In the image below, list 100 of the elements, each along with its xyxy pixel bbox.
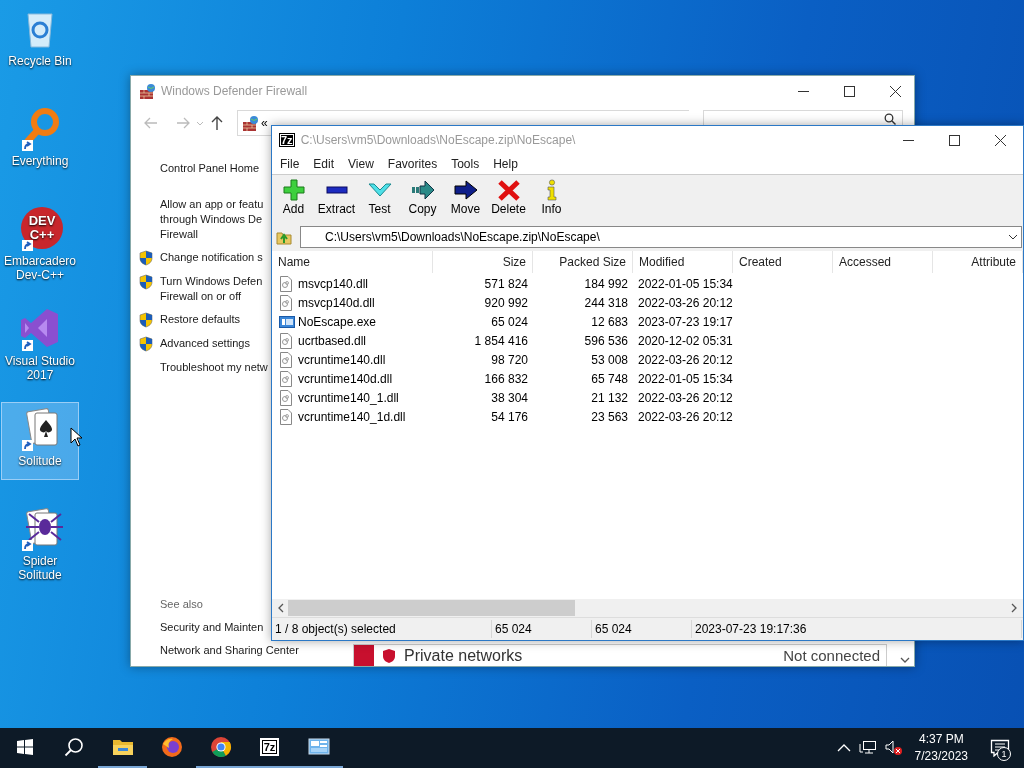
- chevron-up-icon: [836, 743, 851, 753]
- fox-globe-icon: [160, 736, 183, 758]
- window-title: C:\Users\vm5\Downloads\NoEscape.zip\NoEscape\: [300, 133, 576, 147]
- column-header[interactable]: Name: [272, 251, 433, 273]
- shield-icon: [382, 647, 396, 664]
- sidebar-link[interactable]: Security and Mainten: [131, 620, 264, 635]
- control-panel-icon: [307, 736, 330, 758]
- toolbar-button[interactable]: Move: [444, 175, 487, 225]
- folder-up-icon[interactable]: [276, 229, 292, 245]
- table-cell: ucrtbased.dll: [298, 333, 367, 348]
- firewall-icon: [139, 83, 155, 99]
- menu-item[interactable]: File: [273, 157, 307, 171]
- toolbar-button[interactable]: Extract: [315, 175, 358, 225]
- table-cell: 2022-03-26 20:12: [638, 390, 733, 405]
- close-icon: [889, 85, 901, 97]
- taskbar-app-button[interactable]: 7z: [245, 728, 294, 768]
- window-icon: [279, 313, 295, 330]
- table-cell: 23 563: [591, 409, 628, 424]
- maximize-icon: [948, 134, 960, 146]
- windows-logo-icon: [16, 739, 33, 755]
- speaker-muted-icon: [884, 740, 903, 756]
- table-cell: 98 720: [491, 352, 528, 367]
- connection-status: Not connected: [783, 647, 880, 664]
- toolbar-button[interactable]: Info: [530, 175, 573, 225]
- menu-item[interactable]: Help: [486, 157, 525, 171]
- firewall-icon: [242, 115, 258, 131]
- table-cell: 596 536: [584, 333, 628, 348]
- table-cell: vcruntime140.dll: [298, 352, 386, 367]
- menu-item[interactable]: Tools: [444, 157, 487, 171]
- table-cell: 12 683: [591, 314, 628, 329]
- circle-logo-icon: [209, 736, 232, 758]
- menu-item[interactable]: Edit: [306, 157, 342, 171]
- table-cell: 2023-07-23 19:17: [638, 314, 733, 329]
- plus-icon: [281, 179, 306, 201]
- table-cell: 571 824: [484, 276, 528, 291]
- arrow-icon: [453, 179, 478, 201]
- table-cell: 53 008: [591, 352, 628, 367]
- table-cell: 166 832: [484, 371, 528, 386]
- search-icon: [63, 737, 84, 757]
- close-icon: [994, 134, 1006, 146]
- scroll-down-icon[interactable]: [900, 656, 910, 664]
- table-cell: vcruntime140d.dll: [298, 371, 393, 386]
- notification-count: 1: [997, 747, 1011, 761]
- dropdown-caret-icon: [1008, 233, 1018, 241]
- table-cell: 2022-01-05 15:34: [638, 276, 733, 291]
- status-strip: [354, 645, 374, 666]
- path-field[interactable]: C:\Users\vm5\Downloads\NoEscape.zip\NoEscape\: [300, 226, 1022, 248]
- sidebar-link[interactable]: Change notification s: [160, 250, 263, 265]
- monitor-icon: [858, 740, 877, 756]
- up-arrow-icon[interactable]: [209, 115, 225, 131]
- status-text: 65 024: [492, 620, 592, 638]
- table-cell: 184 992: [584, 276, 628, 291]
- table-cell: NoEscape.exe: [298, 314, 377, 329]
- sidebar-link[interactable]: Network and Sharing Center: [131, 643, 299, 658]
- table-cell: 244 318: [584, 295, 628, 310]
- document-icon: [279, 408, 295, 425]
- toolbar-button[interactable]: Test: [358, 175, 401, 225]
- section-heading: See also: [159, 597, 203, 612]
- status-text: 65 024: [592, 620, 692, 638]
- clock[interactable]: 4:37 PM 7/23/2023: [906, 731, 976, 765]
- scroll-right-icon[interactable]: [1010, 603, 1018, 613]
- table-cell: 2022-03-26 20:12: [638, 352, 733, 367]
- table-cell: 2022-01-05 15:34: [638, 371, 733, 386]
- message-icon: [990, 739, 1010, 757]
- delete-icon: [496, 179, 521, 201]
- sidebar-link[interactable]: Allow an app or featu through Windows De Firewall: [160, 197, 264, 242]
- table-cell: 65 748: [591, 371, 628, 386]
- sidebar-link[interactable]: Advanced settings: [160, 336, 250, 351]
- table-cell: 2022-03-26 20:12: [638, 295, 733, 310]
- address-bar[interactable]: «: [237, 110, 271, 136]
- document-icon: [279, 275, 295, 292]
- table-cell: 2022-03-26 20:12: [638, 409, 733, 424]
- scrollbar-thumb[interactable]: [288, 600, 575, 616]
- network-name: Private networks: [404, 646, 523, 665]
- toolbar-button[interactable]: Add: [272, 175, 315, 225]
- table-cell: 2020-12-02 05:31: [638, 333, 733, 348]
- window-title: Windows Defender Firewall: [161, 84, 308, 98]
- desktop-icon[interactable]: DEV C++ Embarcadero Dev-C++: [1, 202, 79, 280]
- toolbar-button[interactable]: Delete: [487, 175, 530, 225]
- menu-item[interactable]: Favorites: [380, 157, 445, 171]
- sidebar-link[interactable]: Control Panel Home: [131, 161, 260, 176]
- table-cell: vcruntime140_1.dll: [298, 390, 399, 405]
- app-logo: 7z: [279, 133, 295, 147]
- search-icon: [884, 113, 896, 125]
- status-text: 2023-07-23 19:17:36: [692, 620, 1022, 638]
- arrow-icon: [410, 179, 435, 201]
- table-cell: 38 304: [491, 390, 528, 405]
- sidebar-link[interactable]: Turn Windows Defen Firewall on or off: [160, 274, 263, 304]
- scroll-left-icon[interactable]: [277, 603, 285, 613]
- toolbar-button[interactable]: Copy: [401, 175, 444, 225]
- sidebar-link[interactable]: Restore defaults: [160, 312, 241, 327]
- table-cell: 21 132: [591, 390, 628, 405]
- table-cell: 65 024: [491, 314, 528, 329]
- table-cell: msvcp140.dll: [298, 276, 369, 291]
- notifications-button[interactable]: 1: [976, 728, 1024, 768]
- document-icon: [279, 370, 295, 387]
- table-cell: vcruntime140_1d.dll: [298, 409, 406, 424]
- breadcrumb-chevron: «: [261, 116, 268, 130]
- sidebar-link[interactable]: Troubleshoot my netw: [160, 360, 268, 375]
- menu-item[interactable]: View: [341, 157, 381, 171]
